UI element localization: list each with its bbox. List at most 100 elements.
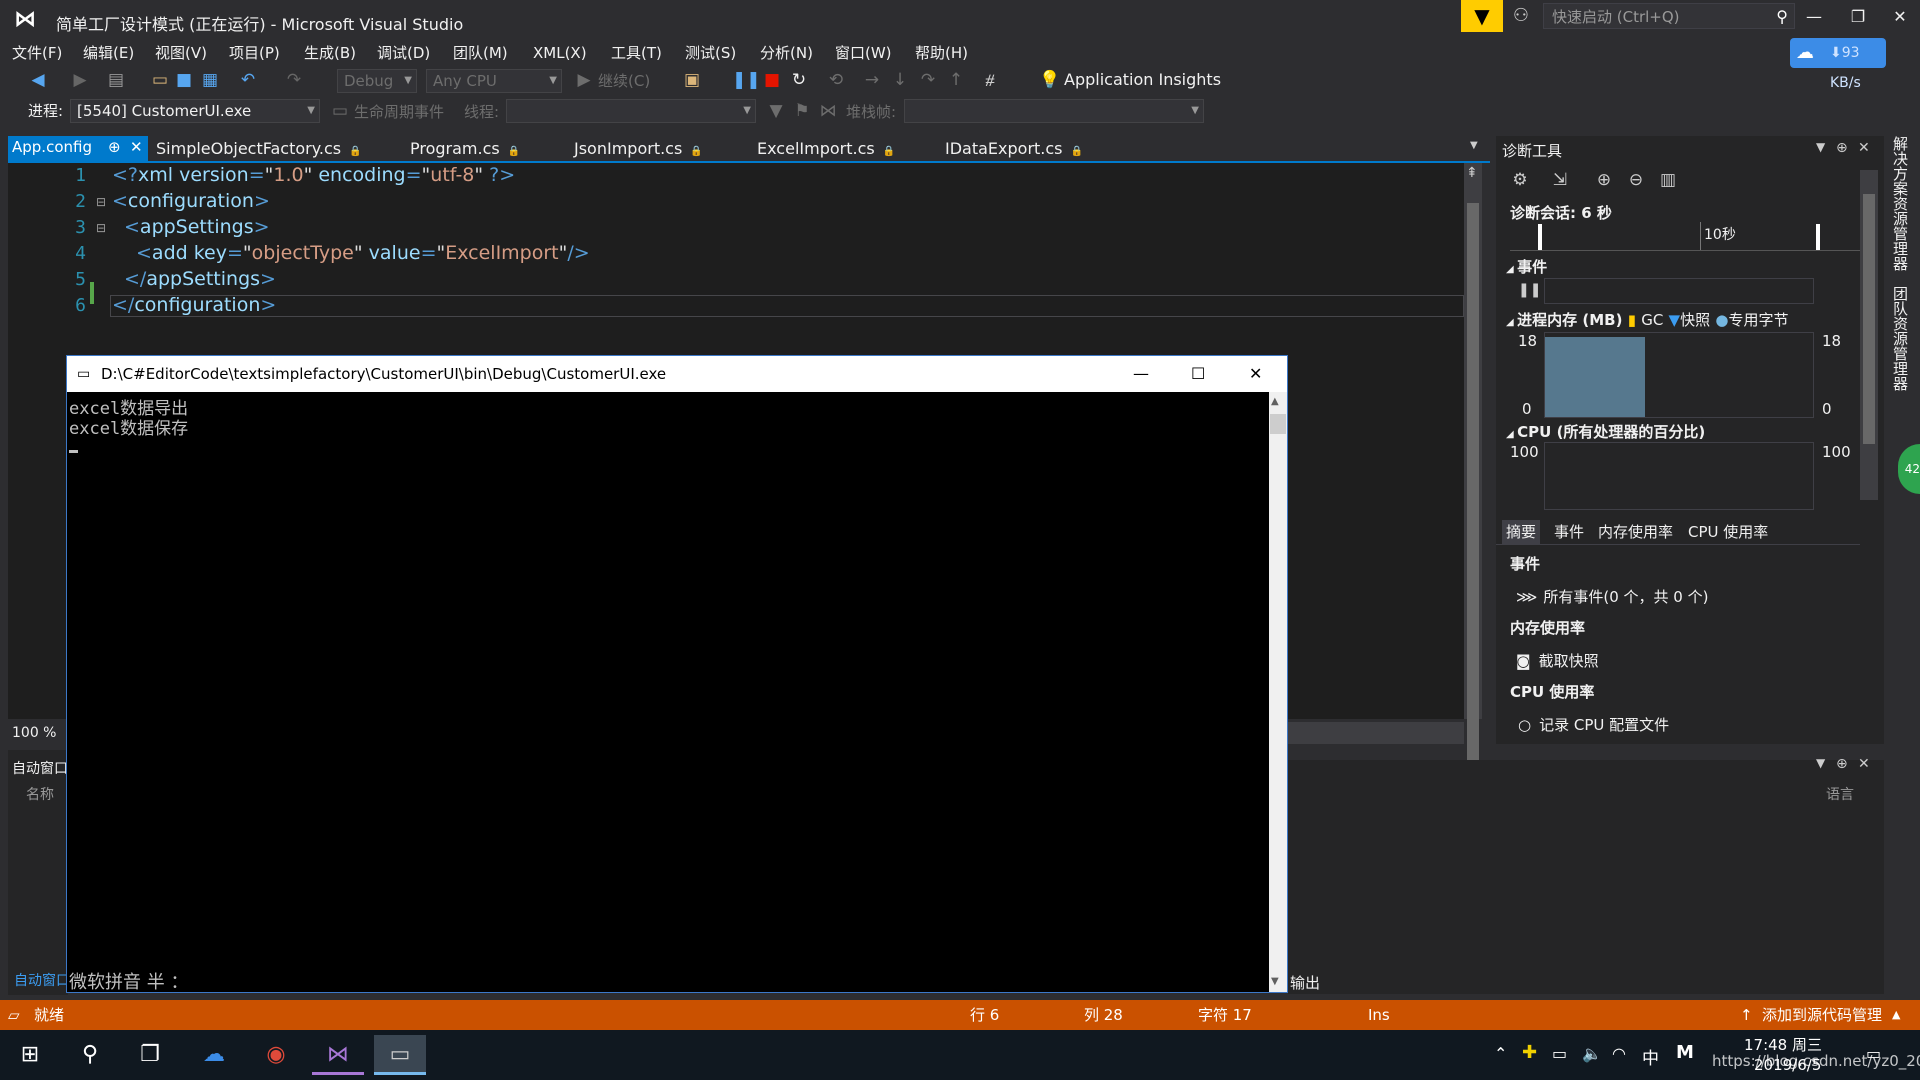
zoom-in-icon[interactable]: ⊕	[1592, 168, 1616, 192]
all-events-link[interactable]: ⋙ 所有事件(0 个，共 0 个)	[1516, 586, 1708, 607]
flag-thread-icon[interactable]: ⚑	[790, 99, 814, 123]
battery-icon[interactable]: ▭	[1552, 1044, 1567, 1063]
search-icon[interactable]: ⚲	[64, 1035, 116, 1075]
console-output[interactable]	[67, 392, 1267, 992]
ime-mode-icon[interactable]: M	[1676, 1042, 1694, 1063]
quick-launch-input[interactable]: 快速启动 (Ctrl+Q) ⚲	[1543, 3, 1795, 29]
chrome-icon[interactable]: ◉	[250, 1035, 302, 1075]
reset-zoom-icon[interactable]: ▥	[1656, 168, 1680, 192]
tab-excelimport[interactable]: ExcelImport.cs 🔒	[757, 137, 895, 161]
stack-frame-dropdown[interactable]: ▼	[904, 99, 1204, 123]
solution-explorer-tab[interactable]: 解决方案资源管理器	[1890, 136, 1911, 271]
baidu-netdisk-icon[interactable]: ☁	[188, 1035, 240, 1075]
tab-program[interactable]: Program.cs 🔒	[410, 137, 520, 161]
pin-icon[interactable]: ⊕	[1836, 140, 1848, 156]
output-tab[interactable]: 输出	[1290, 972, 1320, 993]
memory-header[interactable]: ◢ 进程内存 (MB) ▮ GC ▼快照 ●专用字节	[1506, 309, 1788, 330]
menu-xml[interactable]: XML(X)	[533, 40, 587, 66]
timeline-start-handle[interactable]	[1538, 224, 1542, 250]
open-folder-icon[interactable]: ▭	[148, 68, 172, 92]
menu-help[interactable]: 帮助(H)	[915, 40, 968, 66]
menu-build[interactable]: 生成(B)	[304, 40, 356, 66]
step-up-icon[interactable]: ↑	[944, 68, 968, 92]
save-icon[interactable]: ■	[172, 68, 196, 92]
menu-file[interactable]: 文件(F)	[12, 40, 62, 66]
split-icon[interactable]: ⇞	[1466, 165, 1478, 181]
tab-app-config[interactable]: App.config ⊕ ✕	[8, 136, 148, 162]
collapse-icon[interactable]: ⊟	[96, 221, 106, 235]
new-project-icon[interactable]: ▤	[104, 68, 128, 92]
console-close-button[interactable]: ✕	[1249, 356, 1262, 392]
volume-icon[interactable]: 🔈	[1582, 1044, 1602, 1063]
autos-tab[interactable]: 自动窗口	[14, 970, 70, 990]
scroll-up-icon[interactable]: ▲	[1271, 396, 1279, 407]
panel-dropdown-icon[interactable]: ▼	[1816, 140, 1825, 154]
menu-window[interactable]: 窗口(W)	[835, 40, 892, 66]
menu-test[interactable]: 测试(S)	[685, 40, 736, 66]
close-icon[interactable]: ✕	[1858, 756, 1870, 772]
show-next-statement-icon[interactable]: ⟲	[824, 68, 848, 92]
save-all-icon[interactable]: ▦	[198, 68, 222, 92]
thread-dropdown[interactable]: ▼	[506, 99, 756, 123]
editor-vertical-scrollbar[interactable]	[1464, 163, 1482, 763]
undo-icon[interactable]: ↶	[236, 68, 260, 92]
menu-tools[interactable]: 工具(T)	[611, 40, 662, 66]
record-cpu-profile-button[interactable]: ○ 记录 CPU 配置文件	[1518, 714, 1669, 735]
pin-icon[interactable]: ⊕	[108, 138, 121, 156]
scroll-down-icon[interactable]: ▼	[1271, 976, 1279, 987]
stop-debugging-icon[interactable]: ■	[760, 68, 784, 92]
collapse-icon[interactable]: ⊟	[96, 195, 106, 209]
forward-icon[interactable]: ▶	[68, 68, 92, 92]
menu-team[interactable]: 团队(M)	[453, 40, 508, 66]
restart-icon[interactable]: ↻	[787, 68, 811, 92]
menu-analyze[interactable]: 分析(N)	[760, 40, 813, 66]
pin-icon[interactable]: ⊕	[1836, 756, 1848, 772]
timeline-end-handle[interactable]	[1816, 224, 1820, 250]
pause-icon[interactable]: ❚❚	[1518, 282, 1541, 298]
feedback-icon[interactable]: ⚇	[1508, 4, 1534, 28]
tab-summary[interactable]: 摘要	[1502, 520, 1541, 544]
chevron-up-icon[interactable]: ▲	[1892, 1000, 1900, 1030]
visual-studio-taskbar-icon[interactable]: ⋈	[312, 1035, 364, 1075]
menu-edit[interactable]: 编辑(E)	[83, 40, 134, 66]
scroll-thumb[interactable]	[1270, 414, 1286, 434]
step-over-icon[interactable]: ↓	[888, 68, 912, 92]
console-taskbar-icon[interactable]: ▭	[374, 1035, 426, 1075]
cpu-header[interactable]: ◢ CPU (所有处理器的百分比)	[1506, 421, 1705, 442]
console-window[interactable]: ▭ D:\C#EditorCode\textsimplefactory\Cust…	[66, 355, 1288, 993]
platform-dropdown[interactable]: Any CPU ▼	[426, 69, 562, 93]
task-view-icon[interactable]: ❐	[124, 1035, 176, 1075]
tab-memory-usage[interactable]: 内存使用率	[1598, 520, 1673, 544]
wifi-icon[interactable]: ◠	[1612, 1044, 1626, 1063]
console-minimize-button[interactable]: —	[1133, 356, 1149, 392]
menu-view[interactable]: 视图(V)	[155, 40, 207, 66]
windows-start-icon[interactable]: ⊞	[4, 1035, 56, 1075]
back-icon[interactable]: ◀	[26, 68, 50, 92]
tab-simpleobjectfactory[interactable]: SimpleObjectFactory.cs 🔒	[156, 137, 362, 161]
close-icon[interactable]: ✕	[1858, 140, 1870, 156]
configuration-dropdown[interactable]: Debug ▼	[337, 69, 417, 93]
hex-display-icon[interactable]: ⧣	[978, 68, 1002, 92]
diag-scrollbar[interactable]	[1860, 170, 1878, 500]
console-scrollbar[interactable]: ▲ ▼	[1269, 392, 1287, 992]
diag-timeline[interactable]: 10秒	[1510, 222, 1860, 251]
scroll-thumb[interactable]	[1467, 203, 1479, 763]
tab-overflow-icon[interactable]: ▼	[1470, 140, 1478, 151]
step-into-icon[interactable]: →	[860, 68, 884, 92]
team-explorer-tab[interactable]: 团队资源管理器	[1890, 286, 1911, 391]
continue-button[interactable]: 继续(C)	[598, 70, 650, 91]
application-insights-button[interactable]: Application Insights	[1064, 70, 1221, 89]
process-dropdown[interactable]: [5540] CustomerUI.exe ▼	[70, 99, 320, 123]
tab-idataexport[interactable]: IDataExport.cs 🔒	[945, 137, 1083, 161]
console-maximize-button[interactable]: ☐	[1191, 356, 1205, 392]
ime-indicator[interactable]: 中	[1642, 1044, 1659, 1069]
menu-debug[interactable]: 调试(D)	[377, 40, 430, 66]
tray-app-icon[interactable]: ✚	[1522, 1042, 1537, 1063]
step-out-icon[interactable]: ↷	[916, 68, 940, 92]
tray-expand-icon[interactable]: ⌃	[1494, 1044, 1507, 1063]
panel-dropdown-icon[interactable]: ▼	[1816, 756, 1825, 770]
lifecycle-events-button[interactable]: 生命周期事件	[354, 101, 444, 122]
feedback-filter-icon[interactable]: ▼	[1461, 0, 1503, 32]
export-icon[interactable]: ⇲	[1548, 168, 1572, 192]
solution-explorer-icon[interactable]: ▣	[680, 68, 704, 92]
